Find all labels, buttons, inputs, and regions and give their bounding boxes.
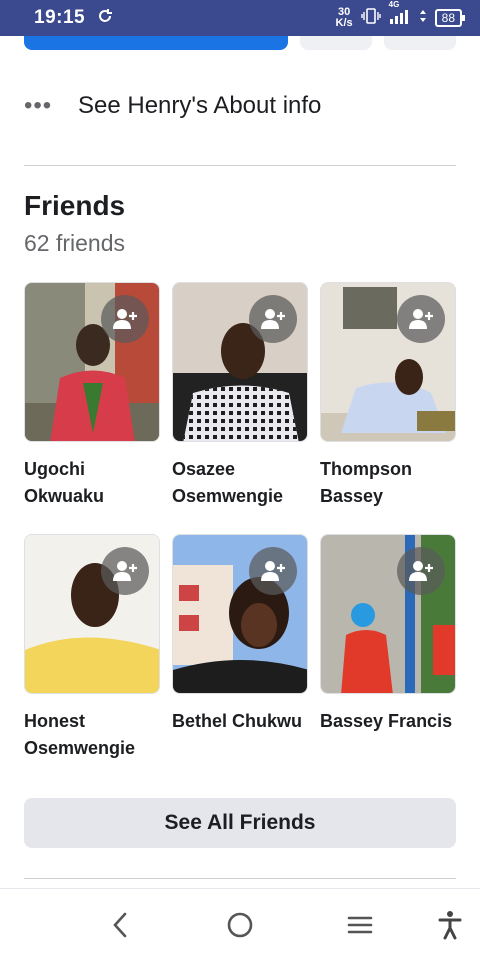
secondary-action-button[interactable] [300,36,372,50]
friend-name[interactable]: Bethel Chukwu [172,708,308,735]
add-friend-icon [409,309,433,329]
add-friend-button[interactable] [249,295,297,343]
friend-photo[interactable] [172,534,308,694]
friend-card[interactable]: Osazee Osemwengie [172,282,308,510]
status-bar: 19:15 30 K/s 4G 88 [0,0,480,36]
add-friend-icon [113,561,137,581]
net-speed: 30 K/s [335,6,353,29]
back-button[interactable] [100,905,140,945]
more-options-button[interactable] [384,36,456,50]
friend-photo[interactable] [24,534,160,694]
friend-card[interactable]: Ugochi Okwuaku [24,282,160,510]
friend-photo[interactable] [172,282,308,442]
friend-name[interactable]: Bassey Francis [320,708,456,735]
see-all-friends-button[interactable]: See All Friends [24,798,456,848]
home-button[interactable] [220,905,260,945]
add-friend-icon [409,561,433,581]
divider [24,165,456,166]
friend-photo[interactable] [320,534,456,694]
battery-indicator: 88 [434,9,466,27]
friend-name[interactable]: Osazee Osemwengie [172,456,308,510]
friend-card[interactable]: Bassey Francis [320,534,456,735]
add-friend-icon [113,309,137,329]
about-info-link: See Henry's About info [78,92,322,119]
friend-name[interactable]: Thompson Bassey [320,456,456,510]
recents-button[interactable] [340,905,380,945]
friend-card[interactable]: Honest Osemwengie [24,534,160,762]
friend-name[interactable]: Ugochi Okwuaku [24,456,160,510]
primary-action-button[interactable] [24,36,288,50]
add-friend-button[interactable] [397,547,445,595]
home-circle-icon [227,912,253,938]
add-friend-button[interactable] [101,547,149,595]
accessibility-button[interactable] [430,905,470,945]
divider [24,878,456,879]
add-friend-button[interactable] [397,295,445,343]
add-friend-button[interactable] [101,295,149,343]
friend-photo[interactable] [24,282,160,442]
friend-card[interactable]: Bethel Chukwu [172,534,308,735]
add-friend-button[interactable] [249,547,297,595]
friend-photo[interactable] [320,282,456,442]
sync-icon [97,8,113,29]
friend-name[interactable]: Honest Osemwengie [24,708,160,762]
status-time: 19:15 [34,7,86,28]
vibrate-icon [360,7,381,29]
back-icon [113,912,127,938]
network-type: 4G [388,0,400,9]
data-arrows-icon [419,8,427,29]
system-nav-bar [0,888,480,960]
add-friend-icon [261,309,285,329]
friend-card[interactable]: Thompson Bassey [320,282,456,510]
menu-lines-icon [347,916,373,934]
about-info-row[interactable]: ••• See Henry's About info [24,84,456,128]
friends-heading: Friends [24,190,126,221]
accessibility-icon [438,911,462,940]
friends-count: 62 friends [24,230,126,256]
more-dots-icon: ••• [24,92,53,119]
add-friend-icon [261,561,285,581]
signal-icon: 4G [389,0,411,29]
